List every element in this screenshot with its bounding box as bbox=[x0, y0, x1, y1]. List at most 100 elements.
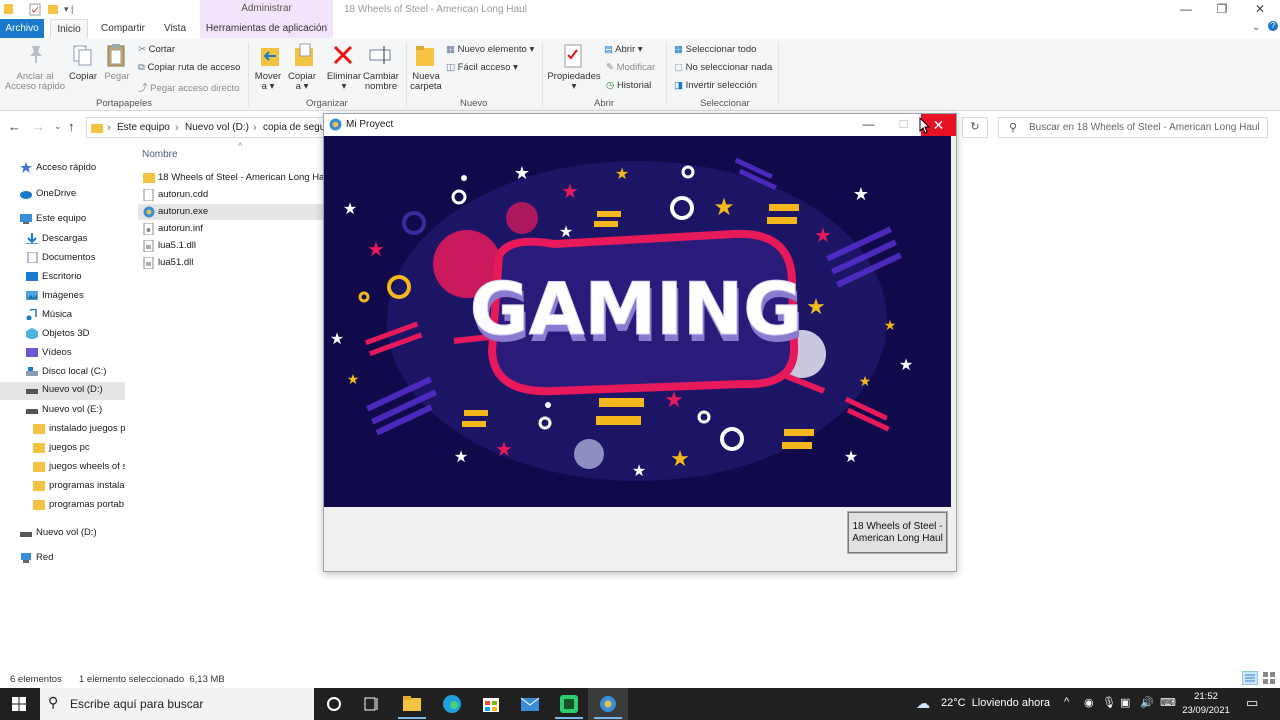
address-bar[interactable]: › Este equipo › Nuevo vol (D:) › copia d… bbox=[86, 117, 329, 138]
qa-customize-icon[interactable]: ▾ | bbox=[64, 4, 73, 15]
ribbon-expand-icon[interactable]: ⌄ bbox=[1252, 22, 1260, 33]
nav-label: programas portab bbox=[49, 499, 124, 510]
weather-icon: ☁ bbox=[916, 695, 930, 711]
nav-folder-juegos-pc[interactable]: juegos pc bbox=[33, 440, 125, 458]
abrir-button[interactable]: ▤ Abrir ▾ bbox=[604, 44, 643, 55]
clock-time[interactable]: 21:52 bbox=[1186, 691, 1226, 702]
facil-acceso-button[interactable]: ◫ Fácil acceso ▾ bbox=[446, 62, 518, 73]
nav-disco-c[interactable]: Disco local (C:) bbox=[26, 364, 125, 382]
copiar-button[interactable]: Copiar bbox=[66, 72, 100, 82]
eliminar-button[interactable]: Eliminar ▾ bbox=[324, 72, 364, 92]
taskbar-search-input[interactable]: ⚲ Escribe aquí para buscar bbox=[40, 688, 314, 720]
nav-nuevo-vol-e[interactable]: Nuevo vol (E:) bbox=[26, 402, 125, 420]
show-hidden-icons-icon[interactable]: ^ bbox=[1064, 696, 1069, 708]
up-arrow-icon[interactable]: ↑ bbox=[68, 119, 75, 134]
microphone-icon[interactable]: 🎙 bbox=[1102, 696, 1116, 709]
store-icon[interactable] bbox=[471, 688, 511, 720]
game-app-icon[interactable] bbox=[549, 688, 589, 720]
copiar-ruta-button[interactable]: ⧉ Copiar ruta de acceso bbox=[138, 62, 240, 73]
historial-button[interactable]: ◷ Historial bbox=[606, 80, 651, 91]
help-icon[interactable]: ? bbox=[1268, 21, 1278, 31]
nav-este-equipo[interactable]: Este equipo bbox=[20, 211, 125, 229]
nav-red[interactable]: Red bbox=[20, 550, 125, 568]
dialog-maximize-button[interactable]: ☐ bbox=[886, 114, 921, 136]
edge-icon[interactable] bbox=[432, 688, 472, 720]
tab-inicio[interactable]: Inicio bbox=[50, 19, 88, 38]
breadcrumb-copia[interactable]: copia de segur bbox=[263, 122, 329, 133]
nav-acceso-rapido[interactable]: Acceso rápido bbox=[20, 160, 125, 178]
tab-archivo[interactable]: Archivo bbox=[0, 19, 44, 38]
mail-icon[interactable] bbox=[510, 688, 550, 720]
nueva-carpeta-button[interactable]: Nueva carpeta bbox=[406, 72, 446, 92]
back-arrow-icon[interactable]: ← bbox=[8, 119, 21, 134]
explorer-minimize-button[interactable]: — bbox=[1168, 0, 1204, 18]
weather-status[interactable]: 22°C Lloviendo ahora bbox=[941, 697, 1050, 709]
seleccionar-todo-button[interactable]: ▦ Seleccionar todo bbox=[674, 44, 756, 55]
quick-access-toolbar[interactable] bbox=[4, 3, 64, 17]
file-row-selected[interactable]: autorun.exe bbox=[138, 204, 324, 220]
tab-vista[interactable]: Vista bbox=[158, 19, 192, 38]
cortana-icon[interactable] bbox=[314, 688, 354, 720]
anclar-button[interactable]: Anclar al Acceso rápido bbox=[2, 72, 68, 92]
tab-herramientas[interactable]: Herramientas de aplicación bbox=[200, 19, 333, 38]
breadcrumb-este-equipo[interactable]: Este equipo bbox=[117, 122, 170, 133]
nav-folder-programas-portab[interactable]: programas portab bbox=[33, 497, 125, 515]
network-tray-icon[interactable]: ▣ bbox=[1120, 696, 1130, 709]
nav-imagenes[interactable]: Imágenes bbox=[26, 288, 125, 306]
dialog-title-bar[interactable]: Mi Proyect — ☐ ✕ bbox=[324, 114, 956, 136]
forward-arrow-icon[interactable]: → bbox=[32, 119, 45, 134]
windows-start-icon[interactable] bbox=[12, 697, 26, 711]
file-row[interactable]: autorun.cdd bbox=[138, 187, 324, 203]
search-input[interactable]: ⚲ Buscar en 18 Wheels of Steel - America… bbox=[998, 117, 1268, 138]
copiar-a-button[interactable]: Copiar a ▾ bbox=[286, 72, 318, 92]
mover-button[interactable]: Mover a ▾ bbox=[252, 72, 284, 92]
invertir-seleccion-button[interactable]: ◨ Invertir selección bbox=[674, 80, 757, 91]
details-view-icon[interactable] bbox=[1242, 671, 1258, 685]
nav-onedrive[interactable]: OneDrive bbox=[20, 186, 125, 204]
clock-date[interactable]: 23/09/2021 bbox=[1180, 705, 1232, 716]
pegar-acceso-button[interactable]: ⤴ Pegar acceso directo bbox=[138, 80, 239, 94]
file-row[interactable]: lua51.dll bbox=[138, 255, 324, 271]
nav-escritorio[interactable]: Escritorio bbox=[26, 269, 125, 287]
no-seleccionar-button[interactable]: ▢ No seleccionar nada bbox=[674, 62, 772, 73]
folder-icon bbox=[91, 124, 103, 133]
column-header-nombre[interactable]: Nombre bbox=[142, 149, 178, 160]
nav-nuevo-vol-d-2[interactable]: Nuevo vol (D:) bbox=[20, 525, 125, 543]
file-row[interactable]: autorun.inf bbox=[138, 221, 324, 237]
task-view-icon[interactable] bbox=[352, 688, 392, 720]
propiedades-button[interactable]: Propiedades ▾ bbox=[546, 72, 602, 92]
large-icons-view-icon[interactable] bbox=[1262, 671, 1276, 685]
file-icon bbox=[143, 189, 154, 201]
nav-objetos-3d[interactable]: Objetos 3D bbox=[26, 326, 125, 344]
mi-proyect-taskbar-icon[interactable] bbox=[588, 688, 628, 720]
cortar-button[interactable]: ✂ Cortar bbox=[138, 44, 175, 55]
modificar-button[interactable]: ✎ Modificar bbox=[606, 62, 655, 73]
explorer-maximize-button[interactable]: ❐ bbox=[1204, 0, 1240, 18]
cambiar-nombre-button[interactable]: Cambiar nombre bbox=[360, 72, 402, 92]
refresh-icon[interactable]: ↻ bbox=[962, 117, 988, 138]
pegar-button[interactable]: Pegar bbox=[100, 72, 134, 82]
dialog-minimize-button[interactable]: — bbox=[851, 114, 886, 136]
cloud-icon bbox=[20, 191, 32, 199]
tab-compartir[interactable]: Compartir bbox=[96, 19, 150, 38]
nav-folder-programas-instala[interactable]: programas instala bbox=[33, 478, 125, 496]
nav-folder-instalado[interactable]: instalado juegos p bbox=[33, 421, 125, 439]
recent-chevron-icon[interactable]: ⌄ bbox=[54, 121, 62, 132]
file-row[interactable]: lua5.1.dll bbox=[138, 238, 324, 254]
notification-center-icon[interactable]: ▭ bbox=[1246, 695, 1258, 711]
nav-descargas[interactable]: Descargas bbox=[26, 231, 125, 249]
nav-documentos[interactable]: Documentos bbox=[26, 250, 125, 268]
file-explorer-icon[interactable] bbox=[392, 688, 432, 720]
nav-musica[interactable]: Música bbox=[26, 307, 125, 325]
nav-videos[interactable]: Vídeos bbox=[26, 345, 125, 363]
nav-nuevo-vol-d[interactable]: Nuevo vol (D:) bbox=[0, 382, 125, 400]
breadcrumb-nuevo-vol[interactable]: Nuevo vol (D:) bbox=[185, 122, 249, 133]
nav-folder-juegos-wheels[interactable]: juegos wheels of s bbox=[33, 459, 125, 477]
nuevo-elemento-button[interactable]: ▦ Nuevo elemento ▾ bbox=[446, 44, 534, 55]
camera-icon[interactable]: ◉ bbox=[1084, 696, 1094, 709]
file-row[interactable]: 18 Wheels of Steel - American Long Haul bbox=[138, 170, 324, 186]
keyboard-icon[interactable]: ⌨ bbox=[1160, 696, 1176, 709]
volume-icon[interactable]: 🔊 bbox=[1140, 696, 1154, 709]
launch-game-button[interactable]: 18 Wheels of Steel - American Long Haul bbox=[847, 511, 948, 554]
explorer-close-button[interactable]: ✕ bbox=[1242, 0, 1278, 18]
